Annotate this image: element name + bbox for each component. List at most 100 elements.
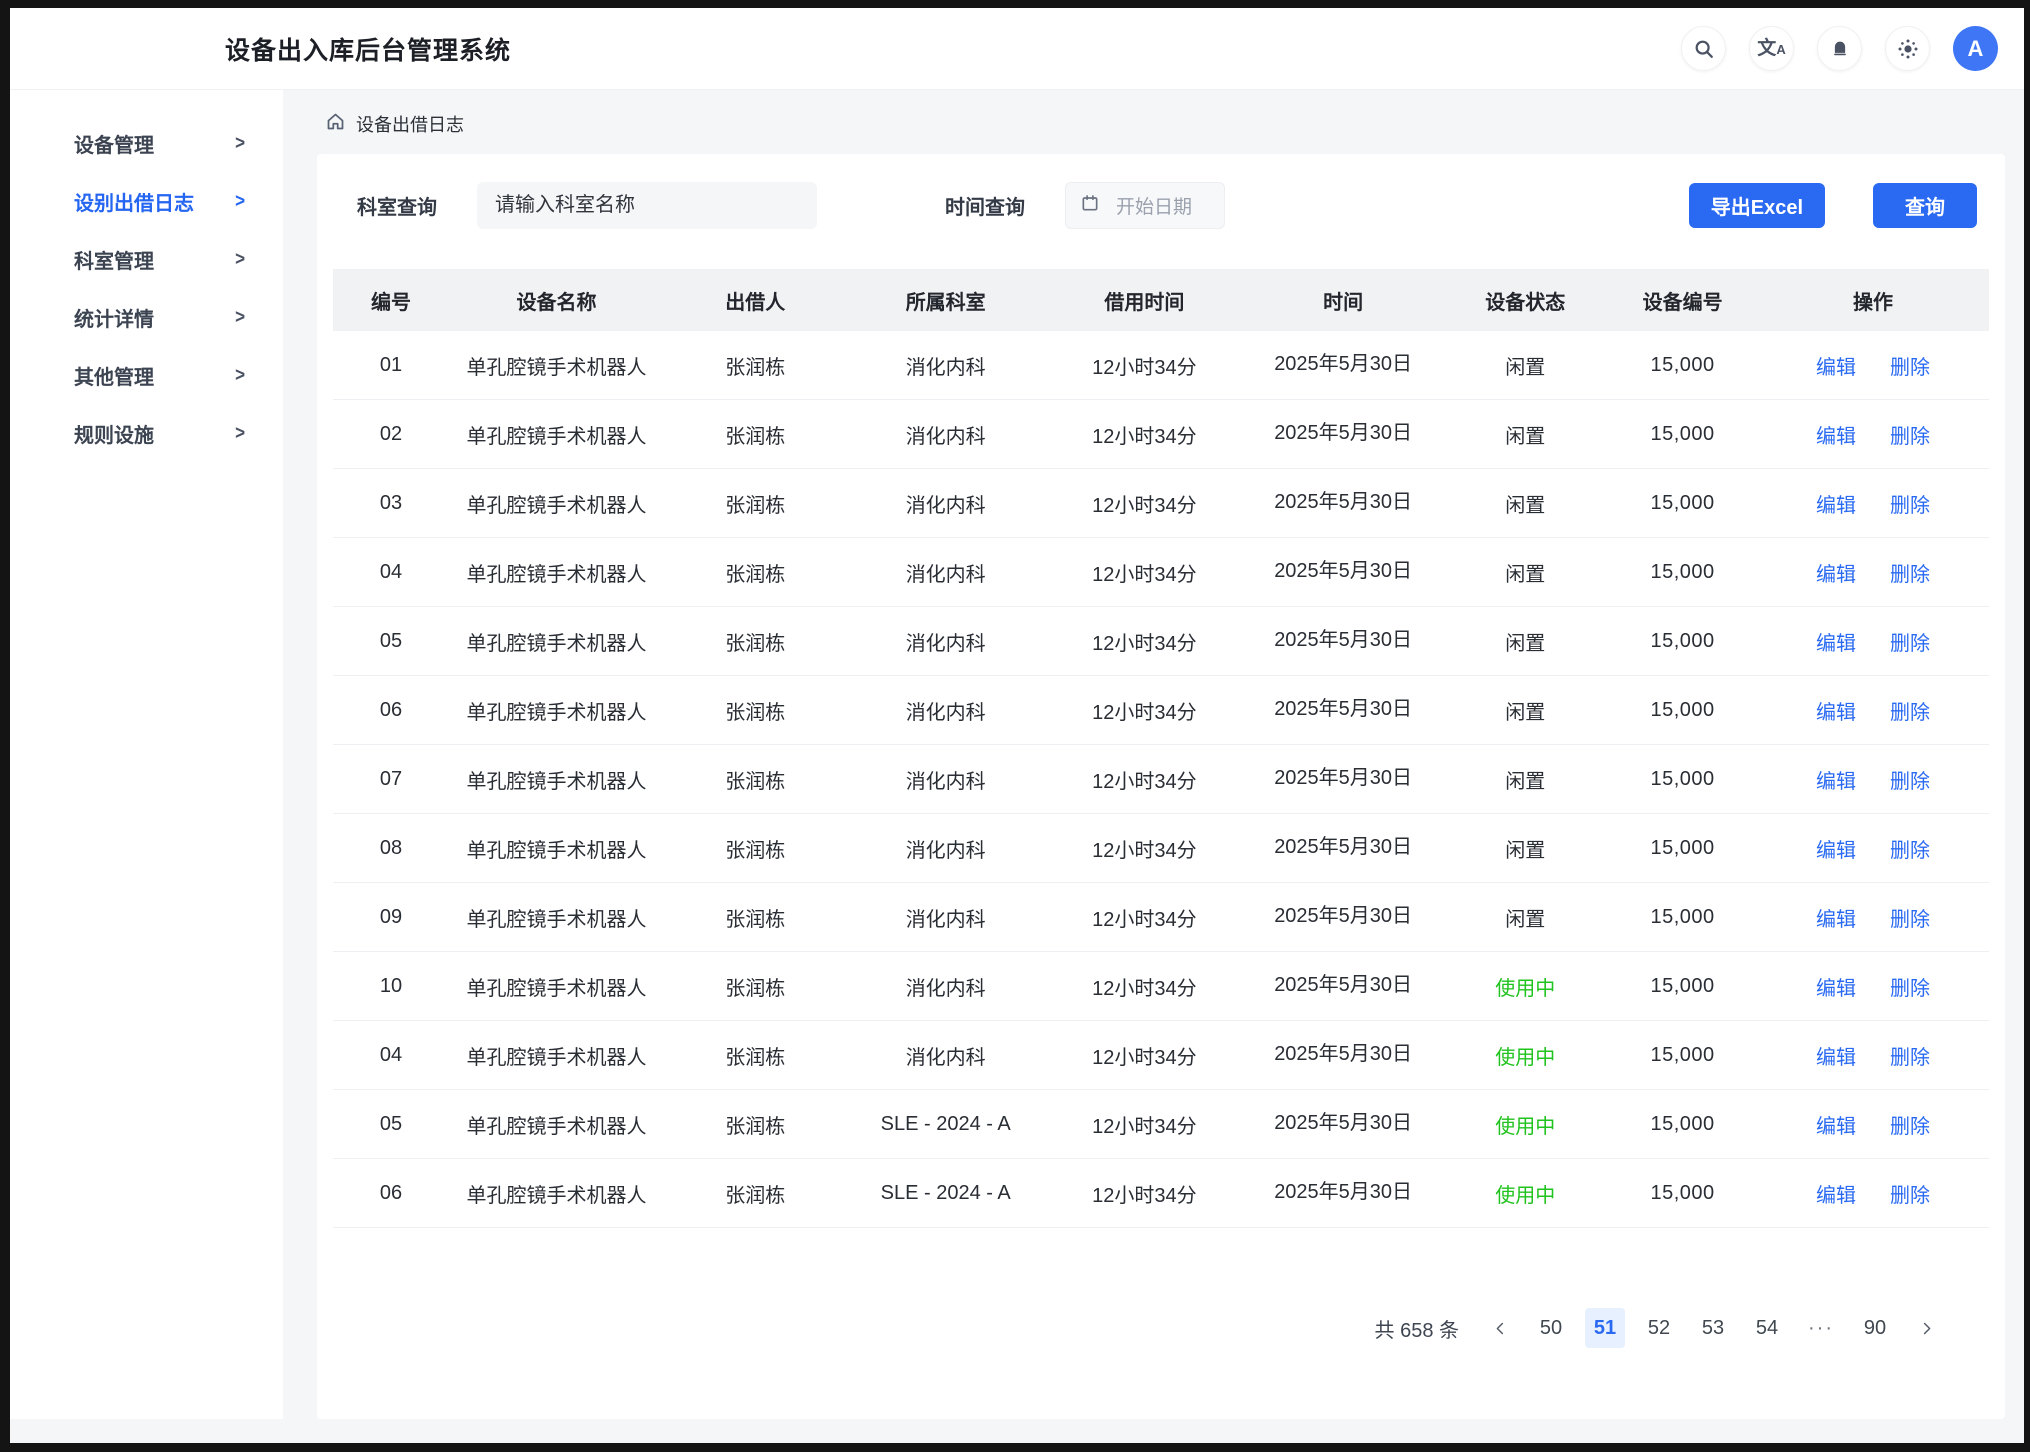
cell-date: 2025年5月30日 <box>1244 554 1443 583</box>
edit-link[interactable]: 编辑 <box>1816 903 1856 932</box>
cell-actions: 编辑 删除 <box>1757 1179 1989 1208</box>
table-row: 04 单孔腔镜手术机器人 张润栋 消化内科 12小时34分 2025年5月30日… <box>333 1021 1989 1090</box>
cell-lender: 张润栋 <box>664 627 846 656</box>
cell-date: 2025年5月30日 <box>1244 1106 1443 1135</box>
cell-department: 消化内科 <box>846 696 1045 725</box>
sidebar-item-label: 其他管理 <box>74 361 154 390</box>
cell-id: 01 <box>333 354 449 377</box>
page-button-51[interactable]: 51 <box>1585 1308 1625 1348</box>
start-date-placeholder: 开始日期 <box>1116 192 1192 219</box>
column-header: 设备状态 <box>1442 286 1608 315</box>
delete-link[interactable]: 删除 <box>1890 1041 1930 1070</box>
delete-link[interactable]: 删除 <box>1890 903 1930 932</box>
cell-device-status: 闲置 <box>1442 627 1608 656</box>
cell-id: 05 <box>333 630 449 653</box>
edit-link[interactable]: 编辑 <box>1816 765 1856 794</box>
page-button-52[interactable]: 52 <box>1639 1308 1679 1348</box>
cell-date: 2025年5月30日 <box>1244 692 1443 721</box>
column-header: 借用时间 <box>1045 286 1244 315</box>
user-avatar[interactable]: A <box>1953 26 1998 71</box>
page-button-90[interactable]: 90 <box>1855 1308 1895 1348</box>
chevron-right-icon: > <box>235 364 245 387</box>
cell-lender: 张润栋 <box>664 696 846 725</box>
delete-link[interactable]: 删除 <box>1890 765 1930 794</box>
sidebar-item-6[interactable]: 规则设施> <box>10 404 283 462</box>
delete-link[interactable]: 删除 <box>1890 972 1930 1001</box>
cell-department: 消化内科 <box>846 351 1045 380</box>
edit-link[interactable]: 编辑 <box>1816 351 1856 380</box>
delete-link[interactable]: 删除 <box>1890 627 1930 656</box>
edit-link[interactable]: 编辑 <box>1816 696 1856 725</box>
sidebar-item-5[interactable]: 其他管理 > <box>10 346 283 404</box>
cell-device-code: 15,000 <box>1608 906 1757 929</box>
column-header: 设备编号 <box>1608 286 1757 315</box>
search-button[interactable] <box>1681 26 1726 71</box>
sidebar-item-label: 规则设施 <box>74 419 154 448</box>
edit-link[interactable]: 编辑 <box>1816 1041 1856 1070</box>
cell-date: 2025年5月30日 <box>1244 416 1443 445</box>
home-icon <box>325 111 346 137</box>
cell-device-status: 闲置 <box>1442 351 1608 380</box>
delete-link[interactable]: 删除 <box>1890 834 1930 863</box>
cell-department: 消化内科 <box>846 972 1045 1001</box>
sidebar: 设备管理>设别出借日志>科室管理>统计详情>其他管理>规则设施> <box>10 90 283 1419</box>
delete-link[interactable]: 删除 <box>1890 696 1930 725</box>
next-page-button[interactable] <box>1909 1308 1943 1348</box>
delete-link[interactable]: 删除 <box>1890 1110 1930 1139</box>
cell-actions: 编辑 删除 <box>1757 627 1989 656</box>
cell-lender: 张润栋 <box>664 489 846 518</box>
cell-borrow-duration: 12小时34分 <box>1045 1110 1244 1139</box>
table-row: 10 单孔腔镜手术机器人 张润栋 消化内科 12小时34分 2025年5月30日… <box>333 952 1989 1021</box>
query-button[interactable]: 查询 <box>1873 183 1977 228</box>
cell-actions: 编辑 删除 <box>1757 351 1989 380</box>
cell-device-status: 闲置 <box>1442 765 1608 794</box>
app-title: 设备出入库后台管理系统 <box>225 31 511 67</box>
edit-link[interactable]: 编辑 <box>1816 834 1856 863</box>
dept-query-label: 科室查询 <box>357 191 437 220</box>
sidebar-item-3[interactable]: 科室管理> <box>10 230 283 288</box>
delete-link[interactable]: 删除 <box>1890 351 1930 380</box>
edit-link[interactable]: 编辑 <box>1816 1110 1856 1139</box>
notification-button[interactable] <box>1817 26 1862 71</box>
table-row: 09 单孔腔镜手术机器人 张润栋 消化内科 12小时34分 2025年5月30日… <box>333 883 1989 952</box>
start-date-picker[interactable]: 开始日期 <box>1065 182 1225 229</box>
delete-link[interactable]: 删除 <box>1890 489 1930 518</box>
cell-device-code: 15,000 <box>1608 699 1757 722</box>
theme-button[interactable] <box>1885 26 1930 71</box>
export-excel-button[interactable]: 导出Excel <box>1689 183 1825 228</box>
edit-link[interactable]: 编辑 <box>1816 972 1856 1001</box>
cell-department: 消化内科 <box>846 903 1045 932</box>
edit-link[interactable]: 编辑 <box>1816 627 1856 656</box>
cell-department: SLE - 2024 - A <box>846 1113 1045 1136</box>
cell-device-status: 闲置 <box>1442 834 1608 863</box>
page-ellipsis: ··· <box>1801 1308 1841 1348</box>
cell-device-code: 15,000 <box>1608 1044 1757 1067</box>
sidebar-item-1[interactable]: 设备管理> <box>10 114 283 172</box>
dept-search-input[interactable] <box>477 182 817 229</box>
cell-device-code: 15,000 <box>1608 354 1757 377</box>
delete-link[interactable]: 删除 <box>1890 420 1930 449</box>
sidebar-item-2[interactable]: 设别出借日志> <box>10 172 283 230</box>
page-button-53[interactable]: 53 <box>1693 1308 1733 1348</box>
cell-device-status: 使用中 <box>1442 972 1608 1001</box>
translate-icon: 文A <box>1757 39 1785 58</box>
edit-link[interactable]: 编辑 <box>1816 1179 1856 1208</box>
column-header: 所属科室 <box>846 286 1045 315</box>
delete-link[interactable]: 删除 <box>1890 1179 1930 1208</box>
delete-link[interactable]: 删除 <box>1890 558 1930 587</box>
cell-date: 2025年5月30日 <box>1244 830 1443 859</box>
chevron-right-icon: > <box>235 248 245 271</box>
prev-page-button[interactable] <box>1483 1308 1517 1348</box>
edit-link[interactable]: 编辑 <box>1816 489 1856 518</box>
edit-link[interactable]: 编辑 <box>1816 420 1856 449</box>
translate-button[interactable]: 文A <box>1749 26 1794 71</box>
cell-borrow-duration: 12小时34分 <box>1045 627 1244 656</box>
page-button-50[interactable]: 50 <box>1531 1308 1571 1348</box>
table-row: 03 单孔腔镜手术机器人 张润栋 消化内科 12小时34分 2025年5月30日… <box>333 469 1989 538</box>
edit-link[interactable]: 编辑 <box>1816 558 1856 587</box>
page-button-54[interactable]: 54 <box>1747 1308 1787 1348</box>
cell-borrow-duration: 12小时34分 <box>1045 351 1244 380</box>
cell-lender: 张润栋 <box>664 351 846 380</box>
sidebar-item-4[interactable]: 统计详情> <box>10 288 283 346</box>
column-header: 时间 <box>1244 286 1443 315</box>
